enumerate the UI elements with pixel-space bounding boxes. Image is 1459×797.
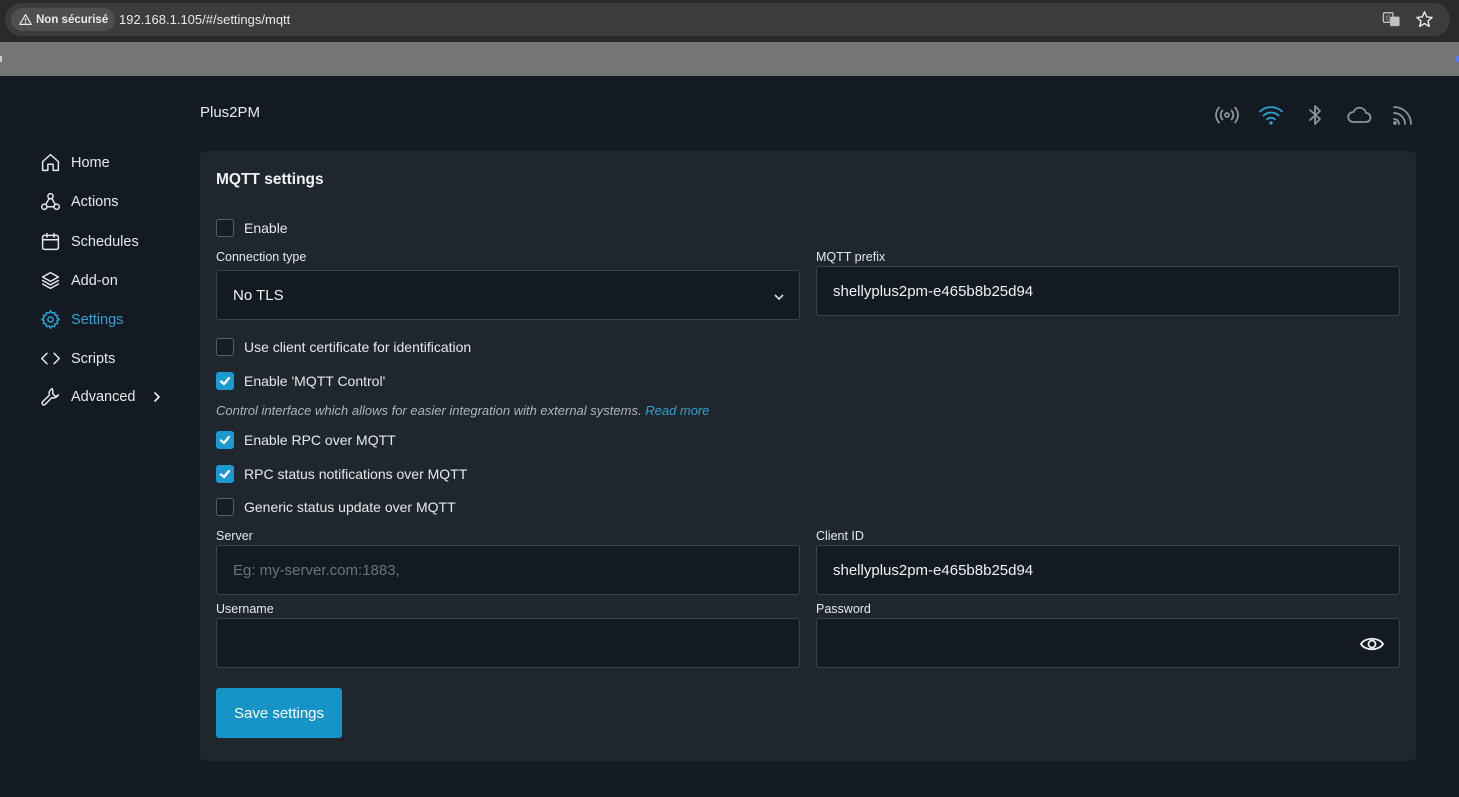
chevron-down-icon xyxy=(773,290,785,302)
code-icon xyxy=(41,352,60,365)
sidebar-item-addon[interactable]: Add-on xyxy=(40,270,118,291)
wrench-icon xyxy=(41,387,60,406)
password-label: Password xyxy=(816,602,871,616)
sidebar-item-label: Actions xyxy=(71,193,119,210)
sidebar-item-advanced[interactable]: Advanced xyxy=(40,386,162,407)
star-icon[interactable] xyxy=(1415,10,1434,29)
status-icons xyxy=(1214,103,1416,127)
security-label: Non sécurisé xyxy=(36,13,109,26)
sidebar-item-label: Advanced xyxy=(71,388,136,405)
rpc-status-row[interactable]: RPC status notifications over MQTT xyxy=(216,465,467,483)
gear-icon xyxy=(41,310,60,329)
chevron-right-icon xyxy=(153,391,160,402)
password-field[interactable] xyxy=(833,634,1399,652)
sidebar-item-schedules[interactable]: Schedules xyxy=(40,231,139,252)
sidebar-item-label: Scripts xyxy=(71,350,116,367)
mqtt-prefix-input[interactable] xyxy=(816,266,1400,316)
username-input[interactable] xyxy=(216,618,800,668)
mqtt-prefix-field[interactable] xyxy=(833,282,1399,300)
server-label: Server xyxy=(216,529,253,543)
rpc-label: Enable RPC over MQTT xyxy=(244,432,396,448)
layers-icon xyxy=(41,271,60,290)
bluetooth-icon[interactable] xyxy=(1302,103,1328,127)
rpc-status-label: RPC status notifications over MQTT xyxy=(244,466,468,482)
username-field[interactable] xyxy=(233,634,799,652)
client-id-input[interactable] xyxy=(816,545,1400,595)
sidebar-item-label: Settings xyxy=(71,311,124,328)
eye-icon[interactable] xyxy=(1359,632,1385,656)
sidebar-item-actions[interactable]: Actions xyxy=(40,191,119,212)
password-input[interactable] xyxy=(816,618,1400,668)
rss-icon[interactable] xyxy=(1390,103,1416,127)
mqtt-prefix-label: MQTT prefix xyxy=(816,250,886,264)
url-text[interactable]: 192.168.1.105/#/settings/mqtt xyxy=(119,12,290,27)
generic-status-row[interactable]: Generic status update over MQTT xyxy=(216,498,456,516)
sidebar-item-scripts[interactable]: Scripts xyxy=(40,348,115,369)
generic-status-checkbox[interactable] xyxy=(216,498,234,516)
check-icon xyxy=(219,376,231,386)
enable-checkbox-row[interactable]: Enable xyxy=(216,219,288,237)
rpc-checkbox[interactable] xyxy=(216,431,234,449)
read-more-link[interactable]: Read more xyxy=(645,403,709,418)
client-cert-checkbox[interactable] xyxy=(216,338,234,356)
mqtt-control-hint: Control interface which allows for easie… xyxy=(216,403,710,418)
device-name: Plus2PM xyxy=(200,104,261,121)
enable-checkbox[interactable] xyxy=(216,219,234,237)
enable-label: Enable xyxy=(244,220,288,236)
sidebar-item-settings[interactable]: Settings xyxy=(40,309,123,330)
mqtt-control-row[interactable]: Enable 'MQTT Control' xyxy=(216,372,385,390)
hint-text: Control interface which allows for easie… xyxy=(216,403,642,418)
save-settings-button[interactable]: Save settings xyxy=(216,688,342,738)
translate-icon[interactable]: G xyxy=(1382,10,1401,29)
broadcast-icon[interactable] xyxy=(1214,103,1240,127)
home-icon xyxy=(41,153,60,172)
username-label: Username xyxy=(216,602,274,616)
check-icon xyxy=(219,469,231,479)
sidebar-item-label: Schedules xyxy=(71,233,139,250)
rpc-status-checkbox[interactable] xyxy=(216,465,234,483)
security-chip[interactable]: Non sécurisé xyxy=(11,8,115,31)
client-id-field[interactable] xyxy=(833,561,1399,579)
sidebar-item-label: Home xyxy=(71,154,110,171)
client-id-label: Client ID xyxy=(816,529,864,543)
server-input[interactable] xyxy=(216,545,800,595)
rpc-row[interactable]: Enable RPC over MQTT xyxy=(216,431,396,449)
calendar-icon xyxy=(41,232,60,251)
connection-type-value: No TLS xyxy=(233,286,284,304)
browser-toolbar: Non sécurisé 192.168.1.105/#/settings/mq… xyxy=(0,0,1459,42)
mqtt-settings-card: MQTT settings Enable Connection type No … xyxy=(200,151,1416,761)
card-title: MQTT settings xyxy=(216,171,324,188)
bookmarks-bar xyxy=(0,42,1459,76)
client-cert-label: Use client certificate for identificatio… xyxy=(244,339,472,355)
connection-type-label: Connection type xyxy=(216,250,307,264)
webhook-icon xyxy=(41,192,60,211)
sidebar-item-label: Add-on xyxy=(71,272,118,289)
connection-type-select[interactable]: No TLS xyxy=(216,270,800,320)
svg-text:G: G xyxy=(1386,14,1391,22)
generic-status-label: Generic status update over MQTT xyxy=(244,499,456,515)
server-field[interactable] xyxy=(233,561,799,579)
warning-icon xyxy=(19,14,32,25)
client-cert-row[interactable]: Use client certificate for identificatio… xyxy=(216,338,471,356)
mqtt-control-label: Enable 'MQTT Control' xyxy=(244,373,386,389)
mqtt-control-checkbox[interactable] xyxy=(216,372,234,390)
address-bar[interactable]: Non sécurisé 192.168.1.105/#/settings/mq… xyxy=(5,3,1450,36)
wifi-icon[interactable] xyxy=(1258,103,1284,127)
sidebar-item-home[interactable]: Home xyxy=(40,152,110,173)
cloud-icon[interactable] xyxy=(1346,103,1372,127)
check-icon xyxy=(219,435,231,445)
